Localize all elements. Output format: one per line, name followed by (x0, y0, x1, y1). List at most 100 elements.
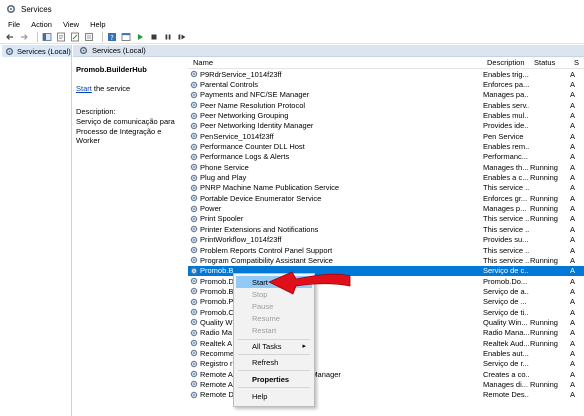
tree-item-services-local[interactable]: Services (Local) (2, 45, 71, 57)
stop-service-icon[interactable] (149, 32, 159, 42)
context-menu-help[interactable]: Help (236, 390, 312, 402)
service-gear-icon (190, 246, 198, 254)
table-row[interactable]: Performance Counter DLL Host Enables rem.… (188, 141, 584, 151)
export-list-icon[interactable] (84, 32, 94, 42)
back-arrow-icon[interactable] (5, 32, 15, 42)
table-row[interactable]: Portable Device Enumerator Service Enforc… (188, 193, 584, 203)
service-startup-cell: A (570, 369, 576, 379)
service-gear-icon (190, 287, 198, 295)
table-row[interactable]: Peer Networking Grouping Enables mul... A (188, 110, 584, 120)
context-menu-all-tasks[interactable]: All Tasks ▸ (236, 340, 312, 352)
service-description-cell: Radio Mana... (483, 328, 529, 338)
services-gear-icon (79, 46, 88, 55)
service-name: P9RdrService_1014f23ff (200, 69, 282, 79)
table-row[interactable]: Print Spooler This service ... Running A (188, 214, 584, 224)
service-status-cell: Running (530, 255, 558, 265)
table-row[interactable]: Program Compatibility Assistant Service T… (188, 255, 584, 265)
table-row[interactable]: PrintWorkflow_1014f23ff Provides su... A (188, 235, 584, 245)
forward-arrow-icon[interactable] (19, 32, 29, 42)
service-gear-icon (190, 132, 198, 140)
properties-sheet-icon[interactable] (56, 32, 66, 42)
table-row[interactable]: PNRP Machine Name Publication Service Thi… (188, 183, 584, 193)
service-name: Printer Extensions and Notifications (200, 224, 319, 234)
context-menu-separator (238, 370, 310, 371)
table-row[interactable]: Parental Controls Enforces pa... A (188, 79, 584, 89)
toolbar: ? (0, 30, 584, 44)
menu-help[interactable]: Help (90, 20, 105, 29)
column-header-name[interactable]: Name (188, 58, 482, 67)
service-status-cell: Running (530, 214, 558, 224)
refresh-list-icon[interactable] (70, 32, 80, 42)
service-startup-cell: A (570, 173, 576, 183)
service-description-cell: This service ... (483, 255, 529, 265)
service-status-cell: Running (530, 317, 558, 327)
column-header-startup[interactable]: S (569, 58, 584, 67)
console-icon[interactable] (121, 32, 131, 42)
service-description-cell: Manages di... (483, 379, 529, 389)
table-row[interactable]: PenService_1014f23ff Pen Service A (188, 131, 584, 141)
table-row[interactable]: Power Manages p... Running A (188, 203, 584, 213)
service-name: Radio Ma (200, 328, 233, 338)
service-startup-cell: A (570, 111, 576, 121)
service-description-cell: Enforces pa... (483, 80, 529, 90)
start-service-icon[interactable] (135, 32, 145, 42)
restart-service-icon[interactable] (177, 32, 187, 42)
service-description-cell: Manages p... (483, 204, 527, 214)
service-name-cell: PenService_1014f23ff (188, 132, 482, 141)
service-gear-icon (190, 153, 198, 161)
window-title: Services (21, 4, 52, 14)
column-header-description[interactable]: Description (482, 58, 529, 67)
service-name: Quality W (200, 317, 233, 327)
service-name: Phone Service (200, 162, 249, 172)
service-startup-cell: A (570, 266, 576, 276)
table-row[interactable]: Performance Logs & Alerts Performanc... A (188, 152, 584, 162)
table-row[interactable]: Problem Reports Control Panel Support Thi… (188, 245, 584, 255)
service-gear-icon (190, 370, 198, 378)
column-header-status[interactable]: Status (529, 58, 569, 67)
description-label: Description: (76, 107, 116, 116)
service-startup-cell: A (570, 152, 576, 162)
table-row[interactable]: Phone Service Manages th... Running A (188, 162, 584, 172)
service-description-cell: Creates a co... (483, 369, 529, 379)
pane-header-title: Services (Local) (92, 46, 146, 55)
service-name-cell: Peer Networking Grouping (188, 111, 482, 120)
service-gear-icon (190, 360, 198, 368)
table-row[interactable]: P9RdrService_1014f23ff Enables trig... A (188, 69, 584, 79)
service-description-cell: This service ... (483, 245, 529, 255)
context-menu-restart: Restart (252, 325, 277, 335)
menu-action[interactable]: Action (31, 20, 52, 29)
service-name-cell: PNRP Machine Name Publication Service (188, 183, 482, 192)
menu-view[interactable]: View (63, 20, 79, 29)
table-row[interactable]: Peer Name Resolution Protocol Enables ser… (188, 100, 584, 110)
service-description-cell: Enables serv... (483, 100, 529, 110)
menu-file[interactable]: File (8, 20, 20, 29)
service-gear-icon (190, 174, 198, 182)
service-startup-cell: A (570, 286, 576, 296)
table-row[interactable]: Payments and NFC/SE Manager Manages pa...… (188, 90, 584, 100)
services-pane: Services (Local) Promob.BuilderHub Start… (73, 45, 584, 416)
service-name: Performance Counter DLL Host (200, 142, 305, 152)
service-name-cell: Plug and Play (188, 173, 482, 182)
console-tree: Services (Local) (2, 45, 72, 416)
start-service-link[interactable]: Start (76, 84, 92, 93)
table-row[interactable]: Printer Extensions and Notifications This… (188, 224, 584, 234)
service-gear-icon (190, 349, 198, 357)
service-name-cell: Power (188, 204, 482, 213)
service-gear-icon (190, 380, 198, 388)
service-name: Program Compatibility Assistant Service (200, 255, 333, 265)
service-startup-cell: A (570, 390, 576, 400)
table-row[interactable]: Peer Networking Identity Manager Provides… (188, 121, 584, 131)
context-menu-properties[interactable]: Properties (236, 373, 312, 385)
table-row[interactable]: Plug and Play Enables a c... Running A (188, 172, 584, 182)
service-name: Portable Device Enumerator Service (200, 193, 322, 203)
service-description-cell: Realtek Aud... (483, 338, 529, 348)
help-icon[interactable]: ? (107, 32, 117, 42)
service-name-cell: Program Compatibility Assistant Service (188, 256, 482, 265)
context-menu-refresh[interactable]: Refresh (236, 356, 312, 368)
show-tree-icon[interactable] (42, 32, 52, 42)
pause-service-icon[interactable] (163, 32, 173, 42)
service-name: Promob.P (200, 297, 234, 307)
service-description-cell: Provides su... (483, 235, 529, 245)
service-startup-cell: A (570, 348, 576, 358)
service-startup-cell: A (570, 307, 576, 317)
